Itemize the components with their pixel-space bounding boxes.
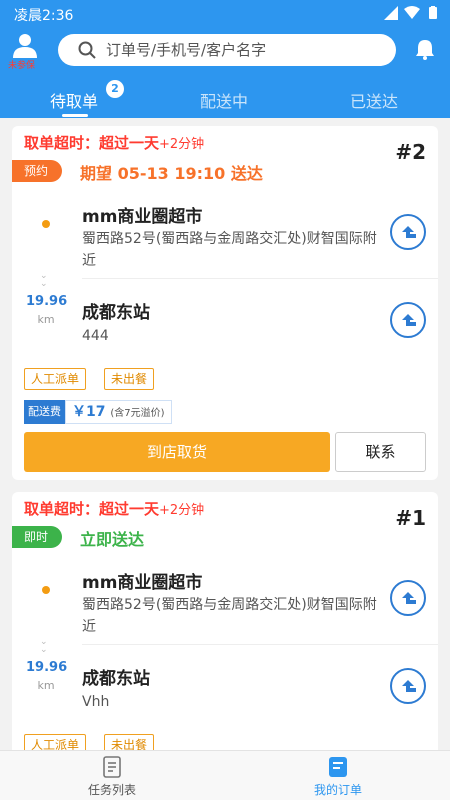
app-header: 凌晨2:36 未参保 待取单 2 配送中 已送达 <box>0 0 450 118</box>
expected-delivery-time: 期望 05-13 19:10 送达 <box>80 164 263 183</box>
status-bar: 凌晨2:36 <box>0 0 450 28</box>
shop-name: mm商业圈超市 <box>82 207 203 227</box>
order-type-badge: 预约 <box>12 160 62 182</box>
route-chevron-icon: ⌄ ⌄ <box>40 637 48 655</box>
order-tags: 人工派单 未出餐 <box>24 734 324 750</box>
navigate-arrow-icon <box>402 592 416 604</box>
pickup-dot <box>42 220 50 228</box>
search-icon <box>78 41 96 59</box>
destination-navigate-button[interactable] <box>390 668 426 704</box>
contact-button[interactable]: 联系 <box>335 432 426 472</box>
active-tab-indicator <box>62 114 88 117</box>
signal-icon <box>384 6 398 20</box>
search-input[interactable] <box>106 39 376 61</box>
destination-navigate-button[interactable] <box>390 302 426 338</box>
fee-amount: ￥17 <box>72 404 106 420</box>
order-card[interactable]: 取单超时：超过一天+2分钟 #2 预约 期望 05-13 19:10 送达 mm… <box>12 126 438 480</box>
bell-icon[interactable] <box>414 38 436 60</box>
shop-name: mm商业圈超市 <box>82 573 203 593</box>
pending-count-badge: 2 <box>106 80 124 98</box>
destination-note: 444 <box>82 328 109 344</box>
bottom-navigation: 任务列表 我的订单 <box>0 750 450 800</box>
my-orders-icon <box>329 757 347 777</box>
tab-pending[interactable]: 待取单 <box>50 88 98 112</box>
shop-address: 蜀西路52号(蜀西路与金周路交汇处)财智国际附近 <box>82 231 377 269</box>
nav-task-list[interactable]: 任务列表 <box>52 751 172 800</box>
navigate-arrow-icon <box>402 680 416 692</box>
delivery-fee: 配送费 ￥17 (含7元溢价) <box>24 400 172 424</box>
fee-note: (含7元溢价) <box>110 408 165 419</box>
shop-address: 蜀西路52号(蜀西路与金周路交汇处)财智国际附近 <box>82 597 377 635</box>
pickup-dot <box>42 586 50 594</box>
wifi-icon <box>404 6 420 19</box>
timeout-warning: 取单超时：超过一天+2分钟 <box>24 134 205 152</box>
insurance-status-label: 未参保 <box>8 61 36 71</box>
battery-icon <box>429 6 437 19</box>
destination-name: 成都东站 <box>82 669 150 689</box>
order-tags: 人工派单 未出餐 <box>24 368 324 390</box>
nav-label: 任务列表 <box>87 783 136 797</box>
pickup-at-store-button[interactable]: 到店取货 <box>24 432 330 472</box>
search-bar[interactable] <box>58 34 396 66</box>
task-list-icon <box>103 756 121 778</box>
pickup-navigate-button[interactable] <box>390 214 426 250</box>
order-tag: 人工派单 <box>24 368 87 390</box>
navigate-arrow-icon <box>402 226 416 238</box>
order-number: #1 <box>395 506 426 530</box>
order-tag: 未出餐 <box>104 368 155 390</box>
route-chevron-icon: ⌄ ⌄ <box>40 271 48 289</box>
order-number: #2 <box>395 140 426 164</box>
destination-note: Vhh <box>82 694 110 710</box>
distance-value: 19.96 <box>26 294 68 309</box>
destination-name: 成都东站 <box>82 303 150 323</box>
order-type-badge: 即时 <box>12 526 62 548</box>
order-tag: 人工派单 <box>24 734 87 750</box>
status-time: 凌晨2:36 <box>14 8 74 24</box>
navigate-arrow-icon <box>402 314 416 326</box>
nav-my-orders[interactable]: 我的订单 <box>278 751 398 800</box>
user-icon <box>13 34 37 58</box>
expected-delivery-time: 立即送达 <box>80 530 145 549</box>
distance-unit: km <box>37 313 55 326</box>
fee-label: 配送费 <box>24 400 65 424</box>
pickup-navigate-button[interactable] <box>390 580 426 616</box>
distance-unit: km <box>37 679 55 692</box>
distance-value: 19.96 <box>26 660 68 675</box>
tab-delivering[interactable]: 配送中 <box>200 88 248 112</box>
order-tabs: 待取单 2 配送中 已送达 <box>0 80 450 118</box>
order-tag: 未出餐 <box>104 734 155 750</box>
tab-delivered[interactable]: 已送达 <box>350 88 398 112</box>
nav-label: 我的订单 <box>313 783 362 797</box>
timeout-warning: 取单超时：超过一天+2分钟 <box>24 500 205 518</box>
order-card[interactable]: 取单超时：超过一天+2分钟 #1 即时 立即送达 mm商业圈超市 蜀西路52号(… <box>12 492 438 750</box>
